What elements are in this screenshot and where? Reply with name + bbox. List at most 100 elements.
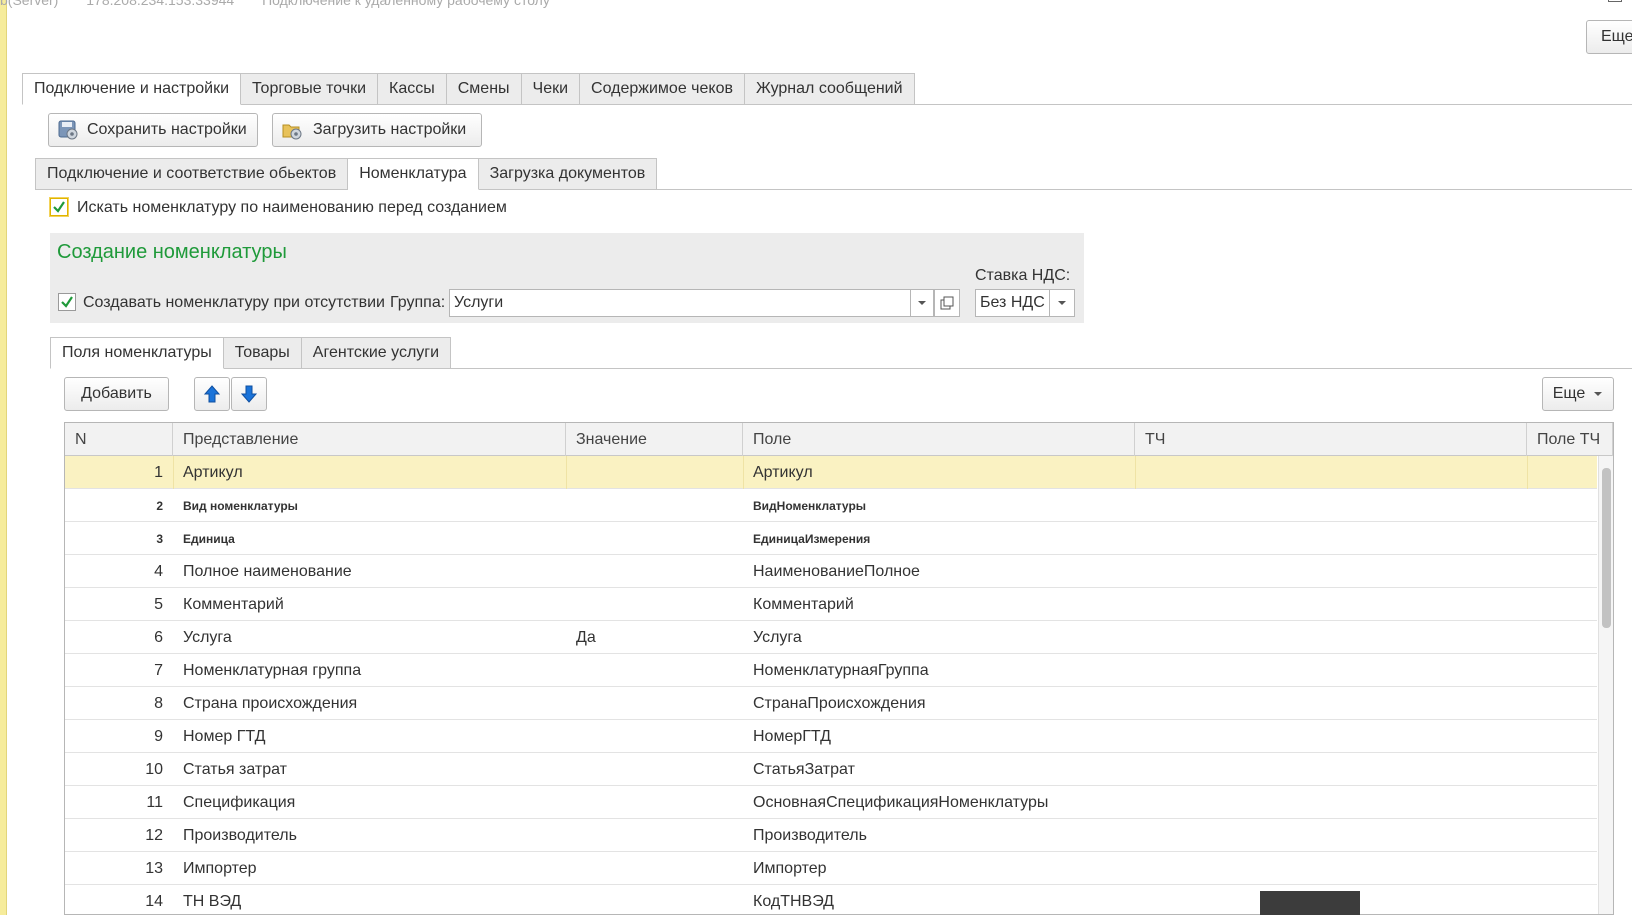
main-tabs-baseline — [898, 104, 1632, 105]
tab-trade-points[interactable]: Торговые точки — [241, 73, 379, 105]
table-more-button[interactable]: Еще — [1542, 377, 1614, 411]
window-restore-icon[interactable] — [1608, 0, 1622, 2]
cell-value — [576, 753, 743, 786]
tab-goods[interactable]: Товары — [223, 337, 302, 369]
search-by-name-checkbox[interactable] — [50, 198, 68, 216]
table-row[interactable]: 10 Статья затрат СтатьяЗатрат — [65, 753, 1597, 786]
tab-nomenclature-fields[interactable]: Поля номенклатуры — [50, 337, 224, 369]
cell-tch — [1145, 489, 1527, 522]
tab-label: Кассы — [389, 80, 435, 97]
table-row[interactable]: 1 Артикул Артикул — [65, 456, 1597, 489]
group-input[interactable]: Услуги — [449, 289, 911, 317]
cell-n: 6 — [154, 628, 163, 646]
cell-tch — [1145, 819, 1527, 852]
tab-cash-registers[interactable]: Кассы — [378, 73, 447, 105]
tab-document-loading[interactable]: Загрузка документов — [478, 158, 658, 190]
window-title-address: 178.208.234.153:33944 — [86, 0, 235, 8]
col-header-field[interactable]: Поле — [743, 423, 1135, 456]
cell-value — [576, 819, 743, 852]
cell-separator — [566, 456, 567, 489]
move-down-button[interactable] — [231, 377, 267, 411]
vertical-scrollbar[interactable] — [1598, 456, 1613, 914]
cell-tch — [1145, 456, 1527, 489]
table-row[interactable]: 3 Единица ЕдиницаИзмерения — [65, 522, 1597, 555]
group-dropdown-button[interactable] — [910, 289, 934, 317]
table-row[interactable]: 11 Спецификация ОсновнаяСпецификацияНоменк… — [65, 786, 1597, 819]
cell-value — [576, 489, 743, 522]
cell-n: 2 — [156, 498, 163, 513]
col-header-n[interactable]: N — [65, 423, 173, 456]
cell-presentation: Номер ГТД — [183, 727, 266, 745]
cell-field-tch — [1537, 786, 1597, 819]
col-header-value[interactable]: Значение — [566, 423, 743, 456]
checkmark-icon — [61, 296, 73, 308]
cell-tch — [1145, 720, 1527, 753]
main-tabs: Подключение и настройки Торговые точки К… — [22, 73, 915, 105]
col-header-field-tch[interactable]: Поле ТЧ — [1527, 423, 1613, 456]
tab-nomenclature[interactable]: Номенклатура — [348, 158, 479, 190]
cell-field-tch — [1537, 720, 1597, 753]
col-header-presentation[interactable]: Представление — [173, 423, 566, 456]
cell-field-tch — [1537, 588, 1597, 621]
cell-presentation: Услуга — [183, 628, 232, 646]
cell-n: 11 — [146, 793, 163, 811]
table-row[interactable]: 13 Импортер Импортер — [65, 852, 1597, 885]
tab-label: Подключение и соответствие обьектов — [47, 165, 337, 182]
cell-presentation: Статья затрат — [183, 760, 288, 778]
load-settings-button[interactable]: Загрузить настройки — [272, 113, 482, 147]
tab-message-log[interactable]: Журнал сообщений — [744, 73, 915, 105]
tab-receipt-contents[interactable]: Содержимое чеков — [580, 73, 745, 105]
cell-presentation: Вид номенклатуры — [183, 498, 298, 513]
cell-presentation: Полное наименование — [183, 562, 352, 580]
form-more-button[interactable]: Еще — [1586, 20, 1632, 54]
move-up-button[interactable] — [194, 377, 230, 411]
table-row[interactable]: 14 ТН ВЭД КодТНВЭД — [65, 885, 1597, 914]
load-settings-icon — [282, 124, 302, 140]
creation-group-title: Создание номенклатуры — [57, 241, 287, 263]
cell-presentation: Производитель — [183, 826, 297, 844]
group-open-button[interactable] — [934, 289, 960, 317]
cell-field: КодТНВЭД — [753, 892, 835, 910]
arrow-down-icon — [240, 385, 258, 403]
table-row[interactable]: 5 Комментарий Комментарий — [65, 588, 1597, 621]
cell-tch — [1145, 753, 1527, 786]
vat-rate-dropdown-button[interactable] — [1049, 289, 1075, 317]
group-field-label: Группа: — [390, 294, 446, 311]
cell-tch — [1145, 654, 1527, 687]
tab-shifts[interactable]: Смены — [446, 73, 522, 105]
save-settings-button[interactable]: Сохранить настройки — [48, 113, 258, 147]
tab-connection-mapping[interactable]: Подключение и соответствие обьектов — [35, 158, 349, 190]
save-settings-label: Сохранить настройки — [87, 121, 247, 138]
cell-presentation: Импортер — [183, 859, 257, 877]
tab-label: Товары — [234, 344, 290, 361]
table-row[interactable]: 12 Производитель Производитель — [65, 819, 1597, 852]
table-row[interactable]: 8 Страна происхождения СтранаПроисхождения — [65, 687, 1597, 720]
col-header-tch[interactable]: ТЧ — [1135, 423, 1527, 456]
table-row[interactable]: 7 Номенклатурная группа НоменклатурнаяГруп… — [65, 654, 1597, 687]
cell-field-tch — [1537, 753, 1597, 786]
vat-rate-input[interactable]: Без НДС — [975, 289, 1050, 317]
cell-field: ЕдиницаИзмерения — [753, 531, 871, 546]
tab-connection-settings[interactable]: Подключение и настройки — [22, 73, 242, 105]
table-row[interactable]: 6 Услуга Да Услуга — [65, 621, 1597, 654]
cell-presentation: Номенклатурная группа — [183, 661, 362, 679]
cell-value — [576, 555, 743, 588]
window-title-text: Подключение к удаленному рабочему столу — [262, 0, 550, 8]
arrow-up-icon — [203, 385, 221, 403]
load-settings-label: Загрузить настройки — [313, 121, 467, 138]
table-row[interactable]: 2 Вид номенклатуры ВидНоменклатуры — [65, 489, 1597, 522]
add-button[interactable]: Добавить — [64, 377, 169, 411]
table-header: N Представление Значение Поле ТЧ Поле ТЧ — [65, 423, 1613, 456]
scrollbar-thumb[interactable] — [1602, 468, 1611, 628]
cell-n: 5 — [154, 595, 163, 613]
cell-tch — [1145, 621, 1527, 654]
cell-field-tch — [1537, 819, 1597, 852]
tab-label: Чеки — [532, 80, 569, 97]
create-if-missing-checkbox[interactable] — [58, 293, 76, 311]
table-row[interactable]: 9 Номер ГТД НомерГТД — [65, 720, 1597, 753]
tab-agent-services[interactable]: Агентские услуги — [301, 337, 452, 369]
vat-rate-label: Ставка НДС: — [975, 267, 1071, 284]
tab-receipts[interactable]: Чеки — [521, 73, 581, 105]
window-title-server: b(Server) — [0, 0, 59, 8]
table-row[interactable]: 4 Полное наименование НаименованиеПолное — [65, 555, 1597, 588]
